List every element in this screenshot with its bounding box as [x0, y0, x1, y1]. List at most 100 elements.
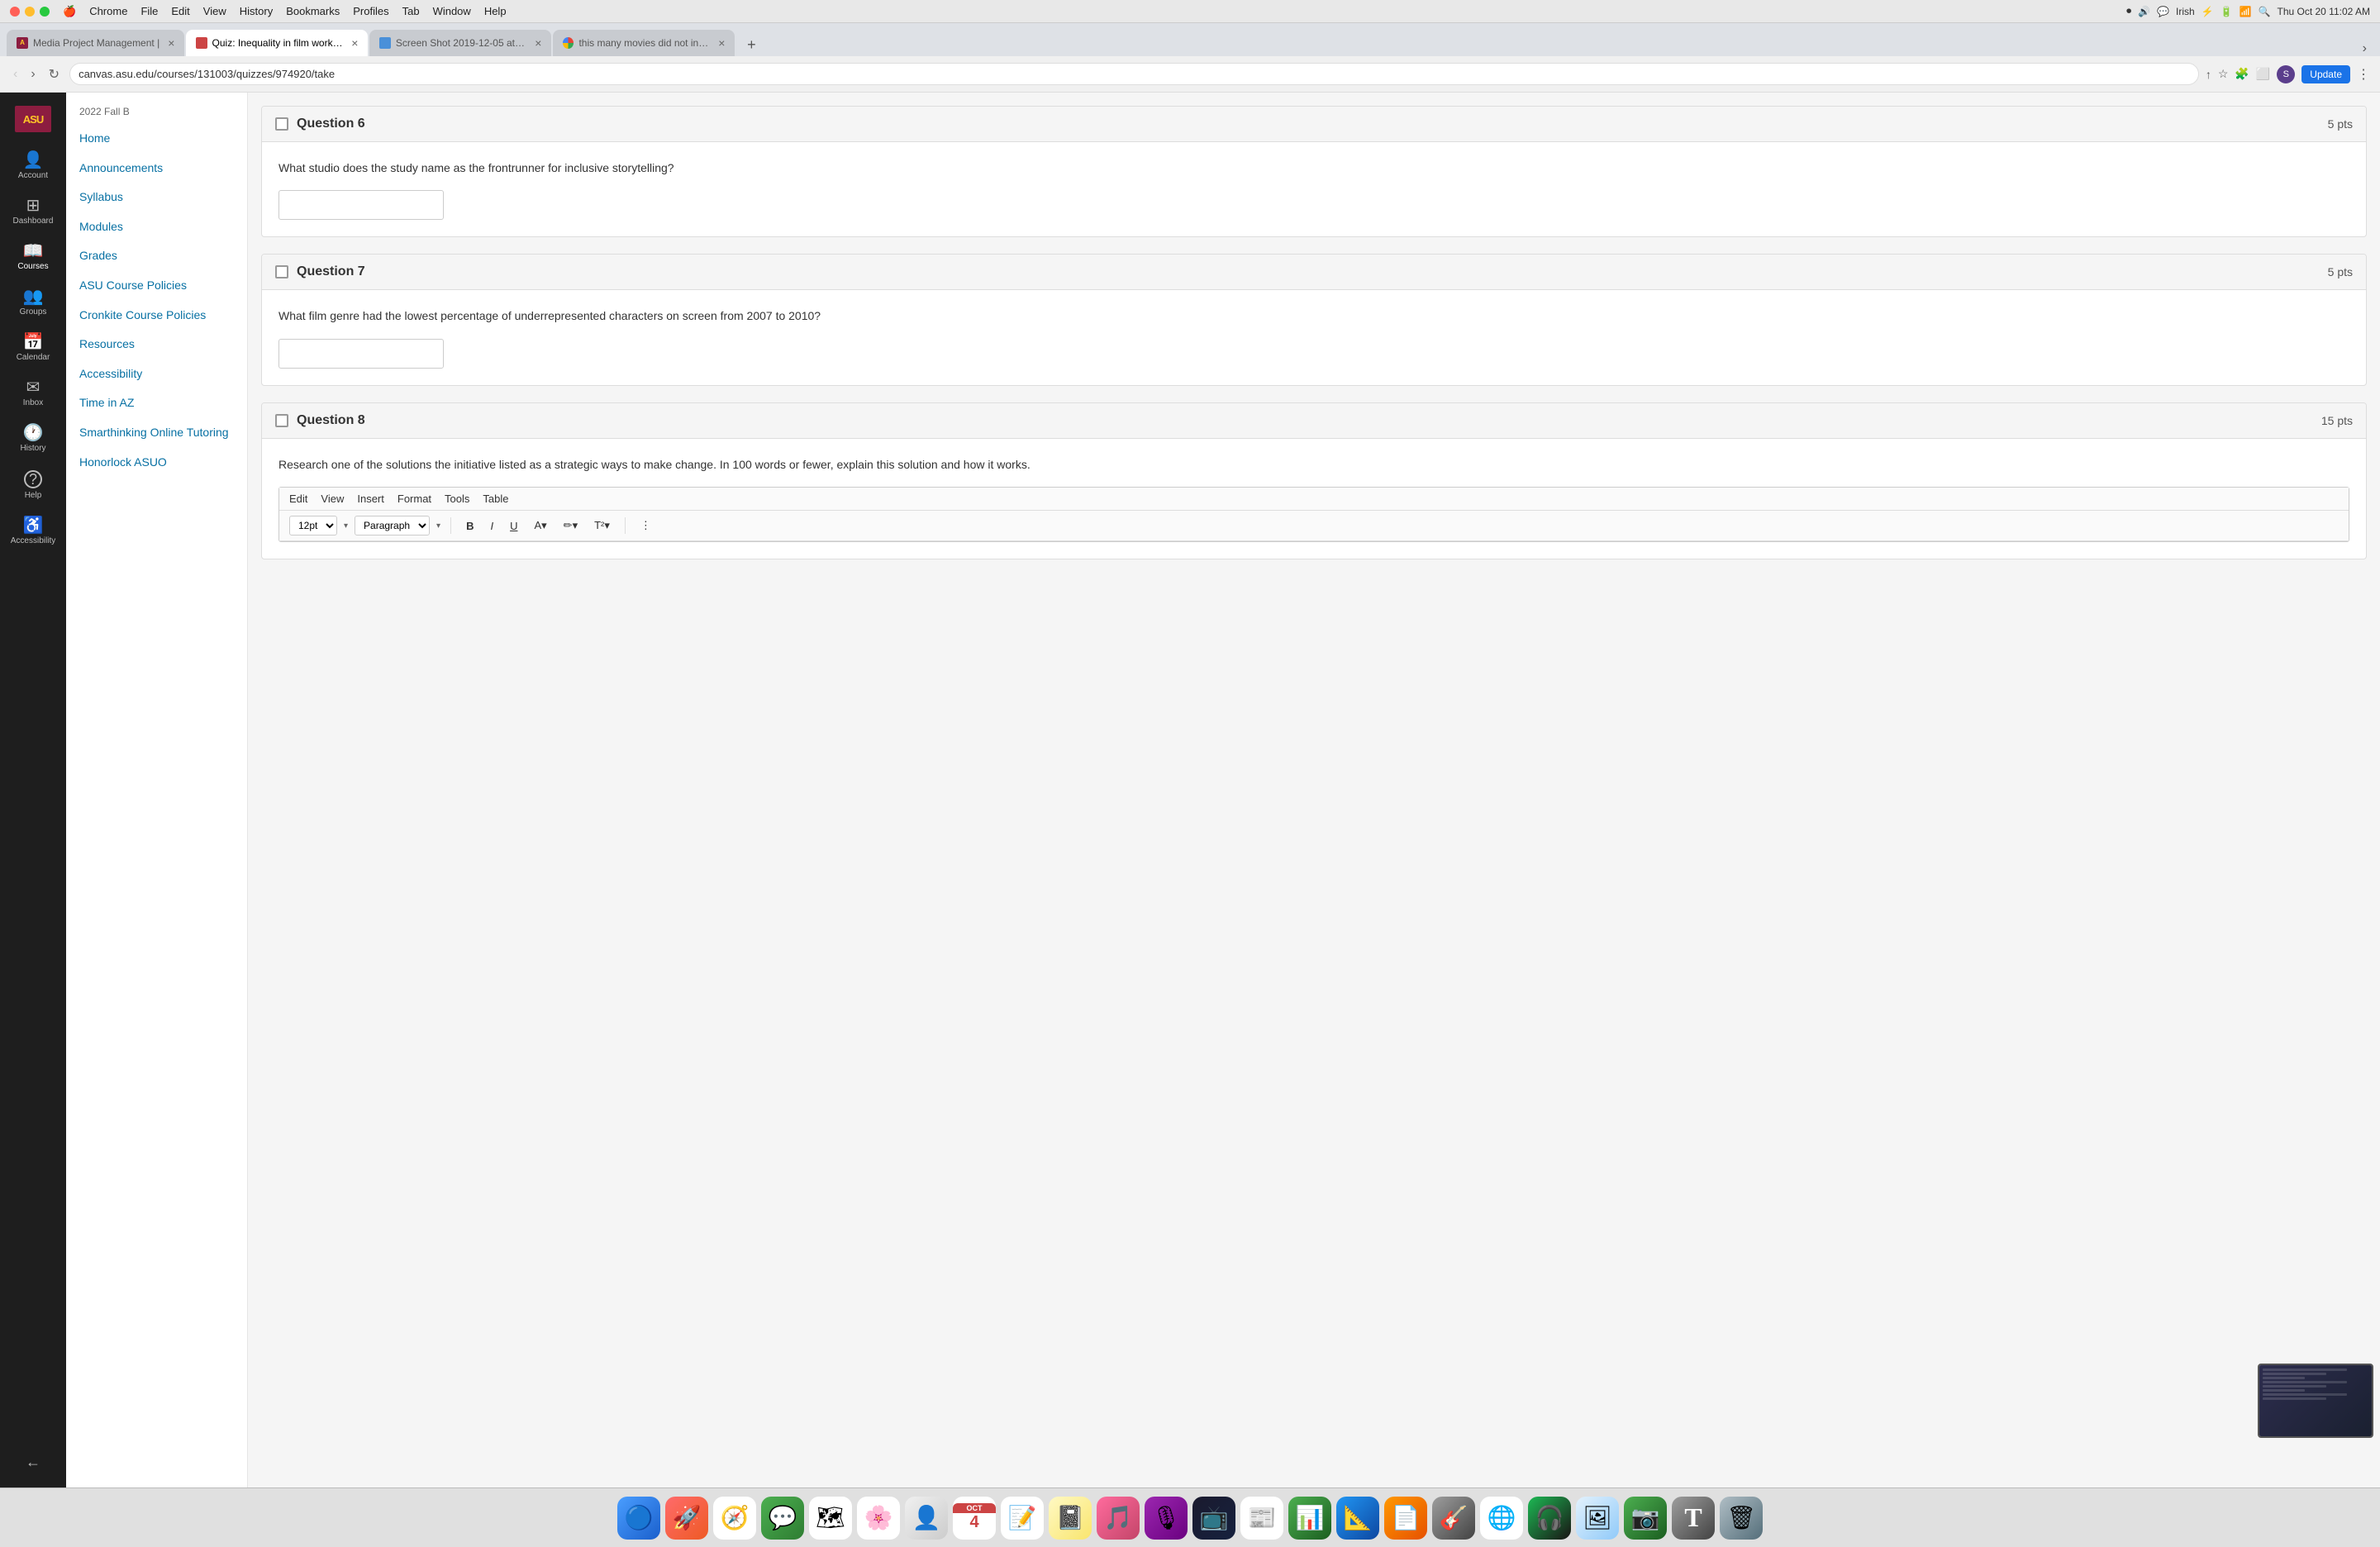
- question-7-answer-input[interactable]: [278, 339, 444, 369]
- dock-calendar[interactable]: OCT 4: [953, 1497, 996, 1540]
- course-nav-asu-policies[interactable]: ASU Course Policies: [66, 271, 247, 301]
- editor-menu-format[interactable]: Format: [397, 493, 431, 505]
- course-nav-home[interactable]: Home: [66, 124, 247, 154]
- minimize-window-btn[interactable]: [25, 7, 35, 17]
- forward-button[interactable]: ›: [27, 65, 38, 83]
- extensions-icon[interactable]: 🧩: [2235, 67, 2249, 81]
- dock-contacts[interactable]: 👤: [905, 1497, 948, 1540]
- back-button[interactable]: ‹: [10, 65, 21, 83]
- close-window-btn[interactable]: [10, 7, 20, 17]
- tab2-close[interactable]: ×: [351, 36, 358, 50]
- menu-view[interactable]: View: [203, 5, 226, 18]
- dock-keynote[interactable]: 📐: [1336, 1497, 1379, 1540]
- sidebar-item-help[interactable]: ? Help: [3, 464, 63, 507]
- search-icon[interactable]: 🔍: [2259, 6, 2271, 17]
- menu-dots-icon[interactable]: ⋮: [2357, 66, 2370, 83]
- dock-music[interactable]: 🎵: [1097, 1497, 1140, 1540]
- sidebar-item-history[interactable]: 🕐 History: [3, 418, 63, 460]
- menu-profiles[interactable]: Profiles: [353, 5, 388, 18]
- menu-chrome[interactable]: Chrome: [89, 5, 127, 18]
- profile-avatar[interactable]: S: [2277, 65, 2295, 83]
- reload-button[interactable]: ↻: [45, 64, 63, 84]
- font-color-button[interactable]: A▾: [529, 516, 551, 535]
- fullscreen-window-btn[interactable]: [40, 7, 50, 17]
- question-7-checkbox[interactable]: [275, 265, 288, 278]
- dock-finder[interactable]: 🔵: [617, 1497, 660, 1540]
- dock-fonts[interactable]: T: [1672, 1497, 1715, 1540]
- update-button[interactable]: Update: [2301, 65, 2350, 83]
- course-nav-announcements[interactable]: Announcements: [66, 154, 247, 183]
- menu-file[interactable]: File: [140, 5, 158, 18]
- dock-trash[interactable]: 🗑: [1720, 1497, 1763, 1540]
- menu-tab[interactable]: Tab: [402, 5, 420, 18]
- course-nav-accessibility[interactable]: Accessibility: [66, 359, 247, 389]
- menu-edit[interactable]: Edit: [171, 5, 189, 18]
- tab-screenshot[interactable]: Screen Shot 2019-12-05 at 6... ×: [369, 30, 551, 56]
- dock-messages[interactable]: 💬: [761, 1497, 804, 1540]
- asu-logo[interactable]: ASU: [12, 102, 54, 136]
- tab3-close[interactable]: ×: [535, 36, 541, 50]
- dock-podcasts[interactable]: 🎙: [1145, 1497, 1188, 1540]
- superscript-button[interactable]: T²▾: [589, 516, 615, 535]
- course-nav-time-in-az[interactable]: Time in AZ: [66, 388, 247, 418]
- more-options-button[interactable]: ⋮: [635, 516, 656, 535]
- highlight-color-button[interactable]: ✏▾: [559, 516, 583, 535]
- sidebar-item-courses[interactable]: 📖 Courses: [3, 236, 63, 278]
- editor-menu-insert[interactable]: Insert: [357, 493, 384, 505]
- address-input[interactable]: [69, 63, 2199, 85]
- menu-help[interactable]: Help: [484, 5, 507, 18]
- sidebar-toggle-icon[interactable]: ⬜: [2256, 67, 2270, 81]
- dock-safari[interactable]: 🧭: [713, 1497, 756, 1540]
- menu-window[interactable]: Window: [433, 5, 471, 18]
- tab-more-button[interactable]: ›: [2363, 41, 2367, 56]
- sidebar-item-inbox[interactable]: ✉ Inbox: [3, 373, 63, 415]
- editor-menu-table[interactable]: Table: [483, 493, 508, 505]
- paragraph-style-select[interactable]: Paragraph: [355, 516, 430, 536]
- course-nav-resources[interactable]: Resources: [66, 330, 247, 359]
- bookmark-icon[interactable]: ☆: [2218, 67, 2229, 81]
- course-nav-cronkite-policies[interactable]: Cronkite Course Policies: [66, 301, 247, 331]
- dock-pages[interactable]: 📄: [1384, 1497, 1427, 1540]
- course-nav-smarthinking[interactable]: Smarthinking Online Tutoring: [66, 418, 247, 448]
- tab-quiz[interactable]: Quiz: Inequality in film worksh... ×: [186, 30, 368, 56]
- course-nav-grades[interactable]: Grades: [66, 241, 247, 271]
- tab-movies[interactable]: this many movies did not inclu... ×: [553, 30, 735, 56]
- dock-instruments[interactable]: 🎸: [1432, 1497, 1475, 1540]
- course-nav-modules[interactable]: Modules: [66, 212, 247, 242]
- font-size-select[interactable]: 12pt: [289, 516, 337, 536]
- question-6-checkbox[interactable]: [275, 117, 288, 131]
- sidebar-item-account[interactable]: 👤 Account: [3, 145, 63, 188]
- dock-launchpad[interactable]: 🚀: [665, 1497, 708, 1540]
- collapse-nav-button[interactable]: ←: [19, 1447, 47, 1478]
- question-8-checkbox[interactable]: [275, 414, 288, 427]
- new-tab-button[interactable]: +: [740, 33, 763, 56]
- dock-news[interactable]: 📰: [1240, 1497, 1283, 1540]
- course-nav-honorlock[interactable]: Honorlock ASUO: [66, 448, 247, 478]
- menu-bookmarks[interactable]: Bookmarks: [286, 5, 340, 18]
- dock-numbers[interactable]: 📊: [1288, 1497, 1331, 1540]
- course-nav-syllabus[interactable]: Syllabus: [66, 183, 247, 212]
- sidebar-item-dashboard[interactable]: ⊞ Dashboard: [3, 191, 63, 233]
- tab-media-project[interactable]: A Media Project Management | ×: [7, 30, 184, 56]
- dock-reminders[interactable]: 📝: [1001, 1497, 1044, 1540]
- tab1-close[interactable]: ×: [168, 36, 174, 50]
- editor-menu-tools[interactable]: Tools: [445, 493, 469, 505]
- menu-history[interactable]: History: [240, 5, 273, 18]
- dock-notes[interactable]: 📓: [1049, 1497, 1092, 1540]
- dock-tv[interactable]: 📺: [1192, 1497, 1235, 1540]
- dock-chrome[interactable]: 🌐: [1480, 1497, 1523, 1540]
- sidebar-item-accessibility[interactable]: ♿ Accessibility: [3, 511, 63, 553]
- italic-button[interactable]: I: [485, 517, 498, 535]
- traffic-lights[interactable]: [10, 7, 50, 17]
- bold-button[interactable]: B: [461, 517, 478, 535]
- underline-button[interactable]: U: [505, 517, 522, 535]
- dock-spotify[interactable]: 🎧: [1528, 1497, 1571, 1540]
- dock-photos[interactable]: 🌸: [857, 1497, 900, 1540]
- dock-preview[interactable]: 🖼: [1576, 1497, 1619, 1540]
- editor-menu-edit[interactable]: Edit: [289, 493, 307, 505]
- dock-facetime[interactable]: 📷: [1624, 1497, 1667, 1540]
- apple-menu[interactable]: 🍎: [63, 5, 76, 18]
- screen-thumbnail[interactable]: [2258, 1364, 2373, 1438]
- editor-menu-view[interactable]: View: [321, 493, 344, 505]
- share-icon[interactable]: ↑: [2206, 68, 2211, 81]
